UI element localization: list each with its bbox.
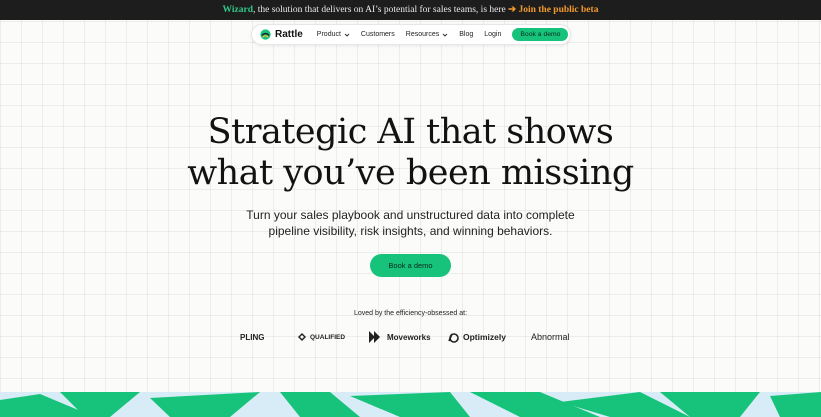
subheading-line: pipeline visibility, risk insights, and … <box>268 224 553 238</box>
nav-item-product[interactable]: Product <box>317 31 350 38</box>
brand-logo-optimizely: Optimizely <box>448 326 506 348</box>
nav-item-resources[interactable]: Resources <box>406 31 448 38</box>
brand-logo-pling: PLING <box>240 326 264 348</box>
logo-text: Rattle <box>275 29 303 40</box>
chevron-down-icon <box>442 33 448 37</box>
brand-name: PLING <box>240 332 265 342</box>
brand-name: QUALIFIED <box>310 333 346 341</box>
customer-logos: PLING QUALIFIED Moveworks Optimizely Abn… <box>0 326 821 348</box>
nav-item-label: Blog <box>459 31 474 38</box>
top-nav: Rattle Product Customers Resources Blog … <box>251 24 571 45</box>
moveworks-mark-icon <box>369 331 380 343</box>
nav-item-label: Resources <box>405 31 440 38</box>
nav-item-customers[interactable]: Customers <box>361 31 395 38</box>
qualified-mark-icon <box>298 333 306 341</box>
announcement-highlight[interactable]: Wizard <box>223 5 253 15</box>
hero-subheading: Turn your sales playbook and unstructure… <box>0 207 821 239</box>
nav-item-login[interactable]: Login <box>484 31 501 38</box>
announcement-link-label: Join the public beta <box>518 5 599 15</box>
brand-logo-qualified: QUALIFIED <box>298 326 345 348</box>
brand-logo-moveworks: Moveworks <box>369 326 431 348</box>
hero-book-demo-button[interactable]: Book a demo <box>370 254 451 277</box>
nav-book-demo-button[interactable]: Book a demo <box>512 28 569 41</box>
headline-line: what you’ve been missing <box>187 153 634 193</box>
logos-label: Loved by the efficiency-obsessed at: <box>353 310 468 317</box>
logo[interactable]: Rattle <box>260 29 303 40</box>
nav-item-label: Login <box>484 31 502 38</box>
announcement-bar: Wizard, the solution that delivers on AI… <box>0 0 821 20</box>
announcement-text: , the solution that delivers on AI’s pot… <box>252 5 506 15</box>
announcement-link[interactable]: ➔ Join the public beta <box>508 5 598 15</box>
brand-name: Abnormal <box>531 332 570 342</box>
hero-headline: Strategic AI that shows what you’ve been… <box>0 112 821 194</box>
decorative-stripes <box>0 392 821 417</box>
chevron-down-icon <box>344 33 350 37</box>
nav-item-label: Customers <box>360 31 395 38</box>
brand-logo-abnormal: Abnormal <box>531 326 570 348</box>
arrow-icon: ➔ <box>508 5 517 15</box>
rattle-logo-icon <box>260 29 271 40</box>
optimizely-mark-icon <box>448 332 459 343</box>
brand-name: Optimizely <box>463 332 506 342</box>
headline-line: Strategic AI that shows <box>207 112 614 152</box>
nav-item-blog[interactable]: Blog <box>459 31 473 38</box>
subheading-line: Turn your sales playbook and unstructure… <box>246 208 575 222</box>
nav-item-label: Product <box>316 31 341 38</box>
brand-name: Moveworks <box>387 332 431 342</box>
